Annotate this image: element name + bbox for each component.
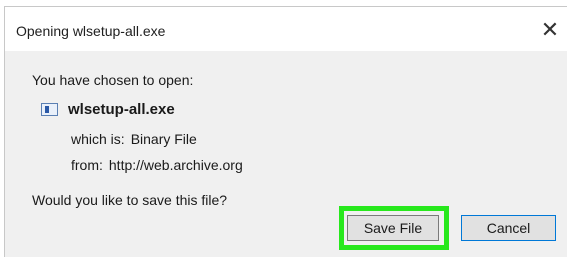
which-is-label: which is: (71, 131, 125, 147)
dialog-title: Opening wlsetup-all.exe (16, 23, 166, 39)
file-source-value: http://web.archive.org (108, 157, 243, 173)
dialog-body: You have chosen to open: wlsetup-all.exe… (5, 51, 567, 257)
file-source-row: from: http://web.archive.org (71, 157, 243, 173)
intro-text: You have chosen to open: (32, 72, 194, 88)
save-question: Would you like to save this file? (32, 192, 228, 208)
file-type-row: which is: Binary File (71, 131, 197, 147)
application-file-icon (41, 103, 58, 116)
title-bar: Opening wlsetup-all.exe ✕ (5, 7, 567, 51)
from-label: from: (71, 157, 103, 173)
file-row: wlsetup-all.exe (41, 101, 175, 118)
file-type-value: Binary File (130, 131, 197, 147)
file-name: wlsetup-all.exe (68, 101, 175, 118)
save-file-button[interactable]: Save File (347, 215, 439, 241)
download-dialog: Opening wlsetup-all.exe ✕ You have chose… (4, 6, 567, 257)
close-icon[interactable]: ✕ (535, 15, 565, 45)
cancel-button[interactable]: Cancel (461, 215, 556, 241)
